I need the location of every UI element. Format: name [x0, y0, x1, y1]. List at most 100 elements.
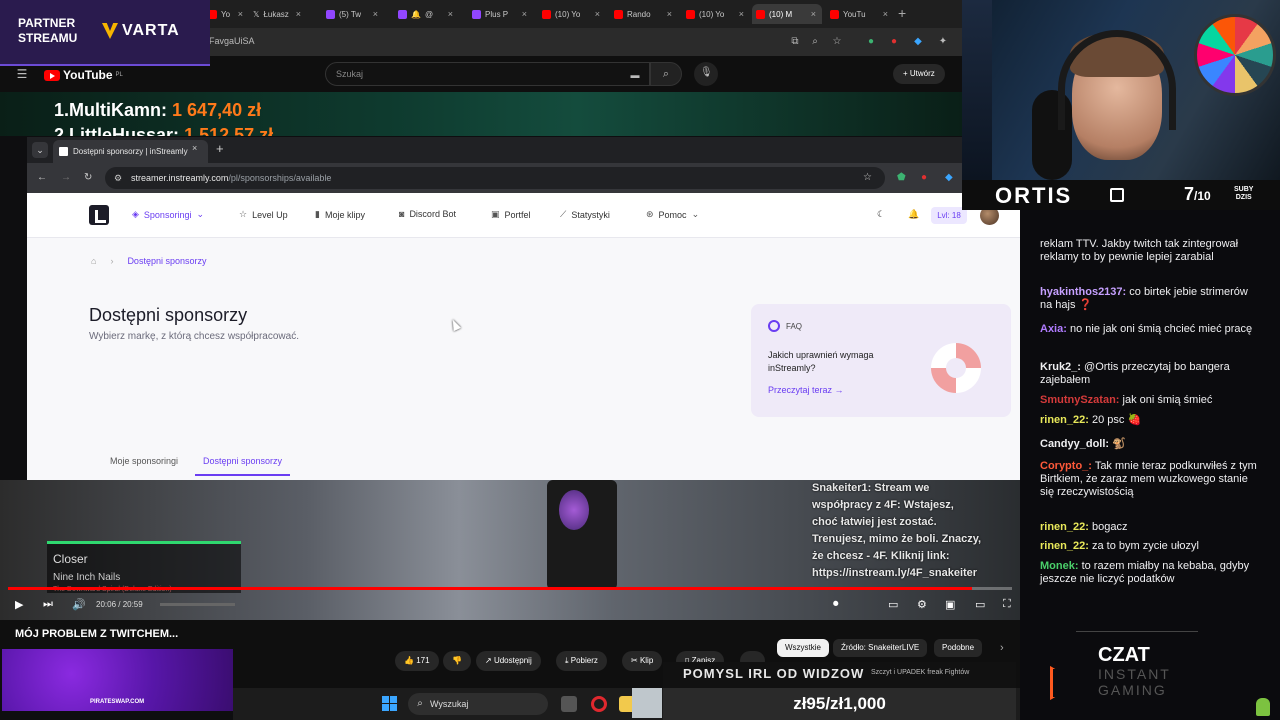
- leaderboard-row: 1.MultiKamn: 1 647,40 zł: [54, 100, 262, 120]
- close-icon[interactable]: ×: [296, 9, 301, 19]
- theater-mode-icon[interactable]: ▭: [975, 598, 985, 611]
- close-icon[interactable]: ×: [739, 9, 744, 19]
- close-icon[interactable]: ×: [448, 9, 453, 19]
- share-button[interactable]: ↗ Udostępnij: [476, 651, 541, 671]
- browser-tab-active[interactable]: (10) M ×: [752, 4, 822, 24]
- chip-source[interactable]: Źródło: SnakeiterLIVE: [833, 639, 928, 657]
- subtitles-icon[interactable]: ▭: [888, 598, 898, 611]
- site-info-icon[interactable]: ⚙: [114, 167, 122, 189]
- task-view-icon[interactable]: [561, 696, 577, 712]
- front-address-bar: ← → ↻ ⚙ streamer.instreamly.com/pl/sponso…: [27, 163, 1020, 193]
- youtube-logo[interactable]: YouTube PL: [44, 68, 123, 82]
- back-arrow-icon[interactable]: ←: [37, 172, 47, 183]
- menu-icon[interactable]: ☰: [16, 68, 28, 80]
- instreamly-tab[interactable]: Dostępni sponsorzy | inStreamly: [53, 140, 208, 163]
- chevron-right-icon[interactable]: ›: [1000, 642, 1004, 654]
- chip-all[interactable]: Wszystkie: [777, 639, 829, 657]
- opera-icon[interactable]: [591, 696, 607, 712]
- keyboard-icon[interactable]: ▬: [629, 69, 641, 81]
- bookmark-star-icon[interactable]: ☆: [863, 172, 872, 183]
- close-icon[interactable]: ×: [883, 9, 888, 19]
- next-icon[interactable]: ⏭: [43, 598, 53, 611]
- video-progress-bar[interactable]: [8, 587, 1012, 590]
- nav-sponsorships[interactable]: ◈ Sponsoringi ⌄: [132, 209, 204, 220]
- faq-card[interactable]: FAQ Jakich uprawnień wymaga inStreamly? …: [751, 304, 1011, 417]
- browser-tab[interactable]: Plus P ×: [468, 4, 533, 24]
- like-button[interactable]: 👍 171: [395, 651, 439, 671]
- volume-icon[interactable]: 🔊: [72, 598, 86, 611]
- chevron-right-icon: ›: [110, 256, 114, 266]
- tab-my-sponsorships[interactable]: Moje sponsoringi: [110, 456, 178, 474]
- extension-icon[interactable]: ●: [921, 172, 927, 183]
- browser-tab[interactable]: Yo ×: [204, 4, 249, 24]
- clip-button[interactable]: ✂ Klip: [622, 651, 663, 671]
- download-button[interactable]: ⤓ Pobierz: [556, 651, 607, 671]
- close-icon[interactable]: ×: [811, 9, 816, 19]
- puzzle-icon[interactable]: ✦: [937, 36, 949, 48]
- browser-tab[interactable]: 🔔 @ ×: [394, 4, 459, 24]
- search-button[interactable]: ⌕: [650, 62, 682, 86]
- notification-bell-icon[interactable]: 🔔: [908, 209, 919, 220]
- play-icon[interactable]: ▶: [15, 598, 23, 611]
- new-tab-button[interactable]: +: [216, 141, 224, 156]
- url-input[interactable]: ⚙ streamer.instreamly.com/pl/sponsorships…: [105, 167, 885, 189]
- sponsor-thumbnail[interactable]: PIRATESWAP.COM: [2, 649, 233, 711]
- browser-tab[interactable]: (10) Yo ×: [538, 4, 606, 24]
- nav-clips[interactable]: ▮ Moje klipy: [315, 209, 365, 220]
- nav-levelup[interactable]: ☆ Level Up: [239, 209, 288, 220]
- chat-message: reklam TTV. Jakby twitch tak zintegrował…: [1040, 238, 1239, 263]
- browser-tab[interactable]: (5) Tw ×: [322, 4, 384, 24]
- taskbar-search[interactable]: ⌕ Wyszukaj: [408, 693, 548, 715]
- fullscreen-icon[interactable]: ⛶: [1003, 598, 1011, 611]
- tab-search-button[interactable]: ⌄: [32, 142, 48, 158]
- search-input[interactable]: Szukaj: [325, 62, 650, 86]
- home-icon[interactable]: ⌂: [91, 256, 96, 266]
- close-icon[interactable]: ×: [192, 143, 197, 153]
- close-icon[interactable]: ×: [595, 9, 600, 19]
- forward-arrow-icon[interactable]: →: [61, 172, 71, 183]
- autoplay-toggle-icon[interactable]: ⏺: [833, 598, 839, 611]
- browser-tab[interactable]: 𝕏 Łukasz ×: [249, 4, 307, 24]
- close-icon[interactable]: ×: [522, 9, 527, 19]
- instreamly-logo[interactable]: [89, 205, 109, 225]
- close-icon[interactable]: ×: [667, 9, 672, 19]
- faq-read-link[interactable]: Przeczytaj teraz →: [768, 385, 844, 395]
- extension-icon[interactable]: ◆: [945, 172, 953, 183]
- back-url-text[interactable]: FavgaUiSA: [209, 36, 255, 46]
- browser-tab[interactable]: Rando ×: [610, 4, 678, 24]
- close-icon[interactable]: ×: [373, 9, 378, 19]
- new-tab-button[interactable]: +: [898, 5, 906, 21]
- browser-tab[interactable]: (10) Yo ×: [682, 4, 750, 24]
- windows-start-icon[interactable]: [382, 696, 397, 711]
- install-icon[interactable]: ⧉: [789, 36, 801, 48]
- close-icon[interactable]: ×: [238, 9, 243, 19]
- dislike-button[interactable]: 👎: [443, 651, 471, 671]
- star-icon: ☆: [239, 209, 248, 219]
- nav-discord-bot[interactable]: ◙ Discord Bot: [399, 209, 456, 219]
- chevron-down-icon: ⌄: [196, 209, 204, 219]
- chip-similar[interactable]: Podobne: [934, 639, 983, 657]
- extension-icon[interactable]: ⬟: [897, 172, 906, 183]
- emote-icon: 🍓: [1127, 414, 1142, 426]
- extension-icon[interactable]: ●: [865, 36, 877, 48]
- browser-tab[interactable]: YouTu ×: [826, 4, 894, 24]
- dark-mode-icon[interactable]: ☾: [877, 209, 885, 220]
- star-icon[interactable]: ☆: [831, 36, 843, 48]
- video-player[interactable]: Closer Nine Inch Nails The Downward Spir…: [0, 480, 1020, 620]
- create-button[interactable]: + Utwórz: [893, 64, 945, 84]
- nav-stats[interactable]: ⟋ Statystyki: [560, 209, 610, 220]
- extension-icon[interactable]: ◆: [912, 36, 924, 48]
- nav-wallet[interactable]: ▣ Portfel: [491, 209, 531, 220]
- miniplayer-icon[interactable]: ▣: [945, 598, 955, 611]
- reload-icon[interactable]: ↻: [84, 172, 92, 183]
- settings-gear-icon[interactable]: ⚙: [917, 598, 927, 611]
- track-title: Closer: [53, 552, 88, 566]
- extension-icon[interactable]: ●: [888, 36, 900, 48]
- voice-search-button[interactable]: 🎙: [694, 62, 718, 86]
- zoom-icon[interactable]: ⌕: [809, 36, 821, 48]
- faq-question: Jakich uprawnień wymaga inStreamly?: [768, 350, 874, 373]
- breadcrumb-current[interactable]: Dostępni sponsorzy: [127, 256, 206, 266]
- volume-slider[interactable]: [160, 603, 235, 606]
- nav-help[interactable]: ⊛ Pomoc ⌄: [646, 209, 699, 220]
- tab-available-sponsors[interactable]: Dostępni sponsorzy: [195, 456, 291, 476]
